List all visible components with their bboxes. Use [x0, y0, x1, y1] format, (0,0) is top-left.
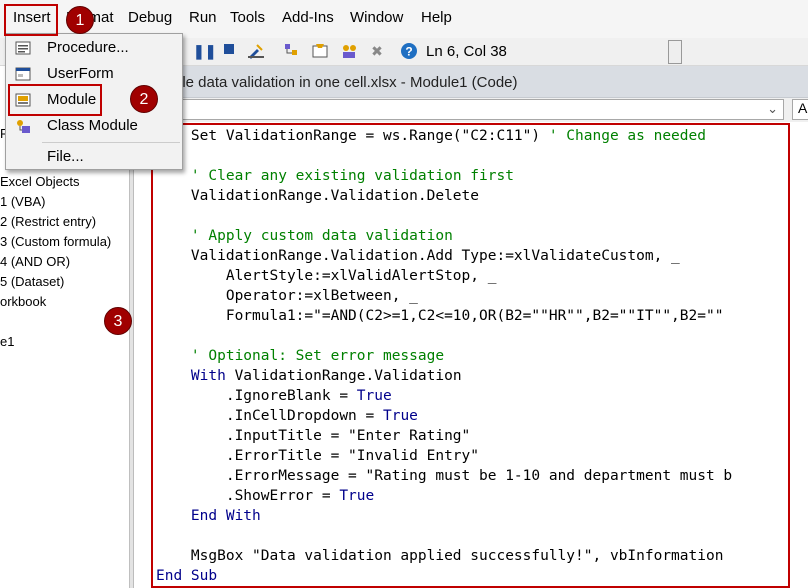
code-text: Set ValidationRange = ws.Range("C2:C11") [156, 128, 549, 144]
menu-item-userform[interactable]: UserForm [7, 61, 181, 87]
help-icon[interactable]: ? [400, 42, 418, 60]
code-line: ValidationRange.Validation.Delete [156, 188, 479, 208]
menu-item-label: Class Module [47, 117, 138, 134]
code-text: .ErrorMessage = "Rating must be 1-10 and… [156, 468, 733, 484]
properties-icon[interactable] [311, 42, 329, 60]
object-browser-icon[interactable] [340, 42, 358, 60]
code-line: ValidationRange.Validation.Add Type:=xlV… [156, 248, 680, 268]
svg-text:?: ? [405, 45, 412, 59]
menu-tools[interactable]: Tools [230, 9, 265, 26]
menu-item-label: Module [47, 91, 97, 108]
code-text: ValidationRange.Validation.Delete [156, 188, 480, 204]
code-text: AlertStyle:=xlValidAlertStop, _ [156, 268, 497, 284]
code-text: .InputTitle = "Enter Rating" [156, 428, 471, 444]
code-editor[interactable]: Set ValidationRange = ws.Range("C2:C11")… [134, 122, 808, 588]
tree-item-thisworkbook[interactable]: orkbook [0, 294, 46, 309]
menu-separator [42, 142, 180, 143]
code-line: ' Apply custom data validation [156, 228, 453, 248]
toolbar-overflow-handle[interactable] [668, 40, 682, 64]
code-line: MsgBox "Data validation applied successf… [156, 548, 724, 568]
code-window-title: ple data validation in one cell.xlsx - M… [174, 74, 518, 91]
code-comment: ' Clear any existing validation first [190, 168, 514, 184]
tree-item-sheet1[interactable]: 1 (VBA) [0, 194, 46, 209]
code-window-titlebar: ple data validation in one cell.xlsx - M… [134, 66, 808, 98]
code-line: With ValidationRange.Validation [156, 368, 462, 388]
tree-item-module1[interactable]: e1 [0, 334, 14, 349]
toolbox-icon[interactable]: ✖ [368, 42, 386, 60]
code-comment: ' Change as needed [548, 128, 706, 144]
code-line: ' Optional: Set error message [156, 348, 444, 368]
code-comment: ' Optional: Set error message [190, 348, 445, 364]
step-badge: 1 [66, 6, 94, 34]
tree-item-sheet4[interactable]: 4 (AND OR) [0, 254, 70, 269]
menu-item-label: UserForm [47, 65, 114, 82]
menu-window[interactable]: Window [350, 9, 403, 26]
code-text: ValidationRange.Validation.Add Type:=xlV… [156, 248, 680, 264]
step-badge: 2 [130, 85, 158, 113]
menu-item-procedure[interactable]: Procedure... [7, 35, 181, 61]
code-text: .ShowError = [156, 488, 340, 504]
tree-item-sheet5[interactable]: 5 (Dataset) [0, 274, 64, 289]
code-text: .InCellDropdown = [156, 408, 383, 424]
module-icon [15, 92, 31, 108]
code-line: .ErrorTitle = "Invalid Entry" [156, 448, 479, 468]
code-line: ' Clear any existing validation first [156, 168, 514, 188]
code-text: MsgBox "Data validation applied successf… [156, 548, 724, 564]
procedure-combo[interactable]: A [792, 99, 808, 120]
code-line: .ErrorMessage = "Rating must be 1-10 and… [156, 468, 732, 488]
menu-help[interactable]: Help [421, 9, 452, 26]
project-explorer-icon[interactable] [283, 42, 301, 60]
code-keyword: True [339, 488, 375, 504]
menu-add-ins[interactable]: Add-Ins [282, 9, 334, 26]
code-comment: ' Apply custom data validation [190, 228, 453, 244]
menu-insert[interactable]: Insert [13, 9, 51, 26]
reset-icon[interactable] [220, 42, 238, 60]
code-line: .ShowError = True [156, 488, 374, 508]
code-text: Formula1:="=AND(C2>=1,C2<=10,OR(B2=""HR"… [156, 308, 724, 324]
menu-item-class-module[interactable]: Class Module [7, 113, 181, 139]
class-module-icon [15, 118, 31, 134]
code-text: .IgnoreBlank = [156, 388, 357, 404]
code-text: ValidationRange.Validation [225, 368, 462, 384]
menu-run[interactable]: Run [189, 9, 217, 26]
menu-item-label: File... [47, 148, 84, 165]
menu-debug[interactable]: Debug [128, 9, 172, 26]
chevron-down-icon: ⌄ [767, 101, 778, 116]
code-line: .InCellDropdown = True [156, 408, 418, 428]
userform-icon [15, 66, 31, 82]
code-line: .IgnoreBlank = True [156, 388, 392, 408]
code-keyword: True [382, 408, 418, 424]
tree-item-excel-objects[interactable]: Excel Objects [0, 174, 79, 189]
code-line: Set ValidationRange = ws.Range("C2:C11")… [156, 128, 706, 148]
code-keyword: End Sub [156, 568, 218, 584]
code-line: End Sub [156, 568, 217, 588]
code-text: Operator:=xlBetween, _ [156, 288, 418, 304]
cursor-position: Ln 6, Col 38 [426, 43, 507, 60]
code-window-combo-row: l) ⌄ A [134, 98, 808, 122]
code-line: AlertStyle:=xlValidAlertStop, _ [156, 268, 497, 288]
object-combo[interactable]: l) ⌄ [134, 99, 784, 120]
tree-item-sheet3[interactable]: 3 (Custom formula) [0, 234, 111, 249]
step-badge: 3 [104, 307, 132, 335]
code-keyword: With [156, 368, 226, 384]
pause-icon[interactable]: ❚❚ [193, 42, 216, 60]
code-line: End With [156, 508, 261, 528]
code-line: .InputTitle = "Enter Rating" [156, 428, 470, 448]
code-text: .ErrorTitle = "Invalid Entry" [156, 448, 480, 464]
design-mode-icon[interactable] [247, 42, 265, 60]
code-keyword: End With [156, 508, 261, 524]
procedure-icon [15, 40, 31, 56]
tree-item-sheet2[interactable]: 2 (Restrict entry) [0, 214, 96, 229]
code-keyword: True [356, 388, 392, 404]
menu-item-file[interactable]: File... [7, 144, 181, 170]
menu-item-label: Procedure... [47, 39, 129, 56]
code-line: Formula1:="=AND(C2>=1,C2<=10,OR(B2=""HR"… [156, 308, 724, 328]
code-line: Operator:=xlBetween, _ [156, 288, 418, 308]
